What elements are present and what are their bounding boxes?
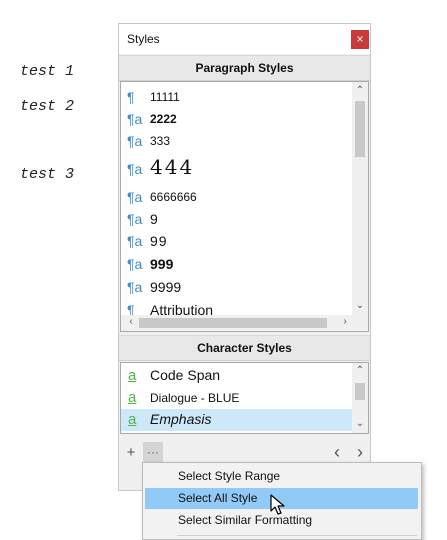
menu-divider xyxy=(177,535,417,536)
paragraph-style-label: 6666666 xyxy=(150,190,197,204)
document-line-3: test 3 xyxy=(20,166,75,183)
character-style-icon: a xyxy=(128,367,137,384)
scroll-left-icon[interactable]: ‹ xyxy=(123,316,139,327)
character-style-icon: a xyxy=(128,411,137,428)
character-style-label: Emphasis xyxy=(150,411,212,427)
paragraph-style-item[interactable]: ¶a 333 xyxy=(121,130,353,152)
paragraph-style-label: 9 xyxy=(150,211,158,227)
paragraph-styles-header: Paragraph Styles xyxy=(119,55,370,81)
paragraph-style-icon: ¶a xyxy=(127,189,143,205)
character-vertical-scrollbar[interactable]: ⌃ ⌄ xyxy=(352,363,368,433)
document-line-1: test 1 xyxy=(20,63,75,80)
scroll-down-icon[interactable]: ⌄ xyxy=(352,300,368,311)
paragraph-style-icon: ¶a xyxy=(127,161,143,177)
next-button[interactable]: › xyxy=(352,442,368,463)
paragraph-style-label: 9999 xyxy=(150,279,182,295)
paragraph-style-item[interactable]: ¶a 9 xyxy=(121,208,353,230)
scroll-thumb[interactable] xyxy=(139,318,327,328)
paragraph-styles-list[interactable]: ¶ 11111 ¶a 2222 ¶a 333 ¶a 444 ¶a 6666666 ¶a 9 … xyxy=(120,81,369,332)
scroll-thumb[interactable] xyxy=(355,101,365,157)
character-style-label: Dialogue - BLUE xyxy=(150,391,240,405)
paragraph-style-label: 99 xyxy=(150,233,168,249)
paragraph-style-label: 999 xyxy=(150,256,174,272)
paragraph-style-label: 333 xyxy=(150,134,171,148)
paragraph-vertical-scrollbar[interactable]: ⌃ ⌄ xyxy=(352,82,368,315)
menu-item-select-style-range[interactable]: Select Style Range xyxy=(145,466,418,487)
character-style-item-selected[interactable]: a Emphasis xyxy=(121,409,353,431)
paragraph-style-icon: ¶a xyxy=(127,233,143,249)
scroll-right-icon[interactable]: › xyxy=(337,316,353,327)
add-style-button[interactable]: + xyxy=(123,444,139,461)
chevron-right-icon: › xyxy=(357,442,363,462)
paragraph-style-item[interactable]: ¶a 999 xyxy=(121,253,353,275)
styles-titlebar[interactable]: Styles × xyxy=(119,24,370,54)
paragraph-style-item[interactable]: ¶a 9999 xyxy=(121,276,353,298)
scroll-down-icon[interactable]: ⌄ xyxy=(352,418,368,429)
character-style-icon: a xyxy=(128,389,137,406)
paragraph-style-icon: ¶a xyxy=(127,256,143,272)
paragraph-style-icon: ¶a xyxy=(127,111,143,127)
scroll-up-icon[interactable]: ⌃ xyxy=(352,365,368,376)
paragraph-style-icon: ¶a xyxy=(127,279,143,295)
plus-icon: + xyxy=(126,444,136,461)
character-style-label: Code Span xyxy=(150,367,221,383)
paragraph-style-item[interactable]: ¶a 99 xyxy=(121,230,353,252)
close-button[interactable]: × xyxy=(351,30,369,49)
close-icon: × xyxy=(356,32,364,46)
previous-button[interactable]: ‹ xyxy=(329,442,345,463)
paragraph-style-item[interactable]: ¶a 444 xyxy=(121,153,353,183)
mouse-cursor-icon xyxy=(270,494,285,515)
chevron-left-icon: ‹ xyxy=(334,442,340,462)
paragraph-horizontal-scrollbar[interactable]: ‹ › xyxy=(121,315,368,331)
panel-title: Styles xyxy=(127,32,160,46)
paragraph-style-icon: ¶a xyxy=(127,133,143,149)
paragraph-style-item[interactable]: ¶a 2222 xyxy=(121,108,353,130)
paragraph-style-label: 11111 xyxy=(150,90,180,104)
scroll-up-icon[interactable]: ⌃ xyxy=(352,85,368,96)
paragraph-style-item[interactable]: ¶a 6666666 xyxy=(121,186,353,208)
paragraph-style-icon: ¶ xyxy=(127,89,135,105)
paragraph-style-item[interactable]: ¶ 11111 xyxy=(121,86,353,108)
scroll-thumb[interactable] xyxy=(355,383,365,400)
character-style-item[interactable]: a Dialogue - BLUE xyxy=(121,387,353,409)
document-line-2: test 2 xyxy=(20,98,75,115)
paragraph-style-icon: ¶a xyxy=(127,211,143,227)
more-options-button[interactable]: ··· xyxy=(143,442,163,462)
styles-panel: Styles × Paragraph Styles ¶ 11111 ¶a 2222 … xyxy=(118,23,371,491)
character-style-item[interactable]: a Code Span xyxy=(121,365,353,387)
paragraph-style-label: 444 xyxy=(150,155,195,179)
character-styles-header: Character Styles xyxy=(119,335,370,361)
more-icon: ··· xyxy=(147,445,159,459)
paragraph-style-label: 2222 xyxy=(150,112,177,126)
character-styles-list[interactable]: a Code Span a Dialogue - BLUE a Emphasis ⌃ … xyxy=(120,362,369,434)
